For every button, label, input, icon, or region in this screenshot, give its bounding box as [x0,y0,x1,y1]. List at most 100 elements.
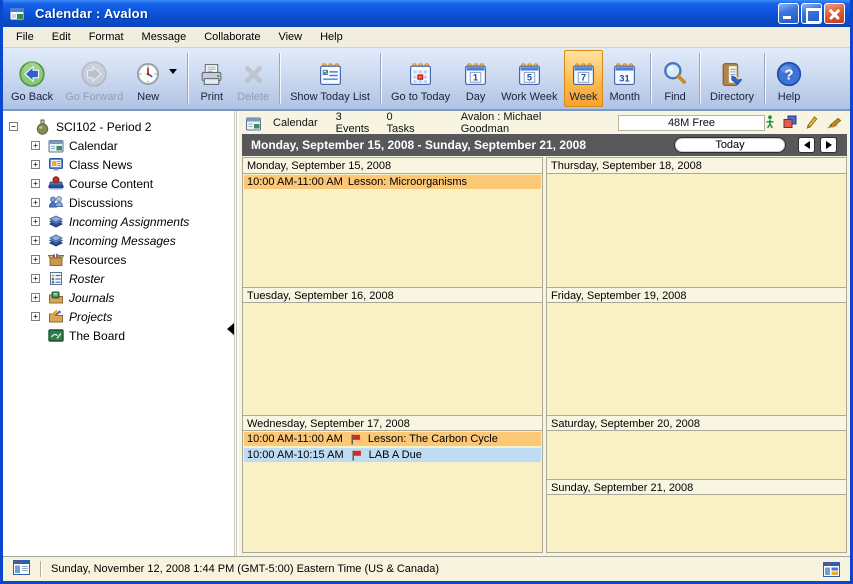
sidebar-item-class-news[interactable]: Class News [9,155,232,174]
sidebar-item-label: Discussions [69,196,133,210]
work-week-view-button[interactable]: 5 Work Week [495,50,563,107]
directory-button[interactable]: Directory [704,50,760,107]
menu-collaborate[interactable]: Collaborate [195,29,269,45]
sidebar-item-label: Roster [69,272,104,286]
go-forward-icon [80,57,108,91]
chevron-down-icon [169,69,177,74]
day-cell-monday[interactable]: 10:00 AM-11:00 AM Lesson: Microorganisms [243,174,542,287]
expand-toggle-icon[interactable] [31,160,40,169]
expand-toggle-icon[interactable] [31,255,40,264]
help-label: Help [778,91,801,103]
previous-week-button[interactable] [798,137,815,153]
go-back-button[interactable]: Go Back [5,50,59,107]
day-cell-friday[interactable] [547,303,846,415]
find-button[interactable]: Find [655,50,695,107]
close-button[interactable] [824,3,845,24]
day-cell-tuesday[interactable] [243,303,542,415]
day-cell-thursday[interactable] [547,174,846,287]
expand-toggle-icon[interactable] [31,312,40,321]
week-column-right: Thursday, September 18, 2008 Friday, Sep… [546,157,847,553]
week-view-button[interactable]: 7 Week [564,50,604,107]
expand-toggle-icon[interactable] [31,274,40,283]
calendar-pane: Calendar 3 Events 0 Tasks Avalon : Micha… [239,111,850,556]
calendar-event[interactable]: 10:00 AM-11:00 AM Lesson: Microorganisms [244,175,541,189]
day-header-sunday[interactable]: Sunday, September 21, 2008 [547,479,846,495]
print-button[interactable]: Print [192,50,231,107]
expand-toggle-icon[interactable] [31,198,40,207]
collapse-toggle-icon[interactable] [9,122,18,131]
sidebar-item-incoming-assignments[interactable]: Incoming Assignments [9,212,232,231]
new-dropdown-caret[interactable] [167,50,183,107]
day-header-monday[interactable]: Monday, September 15, 2008 [243,158,542,174]
day-header-saturday[interactable]: Saturday, September 20, 2008 [547,415,846,431]
toolbar-separator [699,53,700,104]
pencil-icon[interactable] [805,115,818,132]
svg-text:5: 5 [527,72,532,82]
day-view-button[interactable]: 1 Day [456,50,495,107]
sidebar-item-calendar[interactable]: Calendar [9,136,232,155]
help-icon: ? [775,57,803,91]
day-view-label: Day [466,91,486,103]
expand-toggle-icon[interactable] [31,179,40,188]
svg-text:1: 1 [473,72,478,82]
day-header-wednesday[interactable]: Wednesday, September 17, 2008 [243,415,542,431]
month-view-button[interactable]: 31 Month [603,50,646,107]
sidebar-item-incoming-messages[interactable]: Incoming Messages [9,231,232,250]
calendar-event[interactable]: 10:00 AM-10:15 AM LAB A Due [244,448,541,462]
day-cell-wednesday[interactable]: 10:00 AM-11:00 AM Lesson: The Carbon Cyc… [243,431,542,552]
sidebar-item-resources[interactable]: Resources [9,250,232,269]
toolbar-separator [650,53,651,104]
sidebar-item-discussions[interactable]: Discussions [9,193,232,212]
sidebar-item-course-content[interactable]: Course Content [9,174,232,193]
day-header-friday[interactable]: Friday, September 19, 2008 [547,287,846,303]
day-cell-saturday[interactable] [547,431,846,479]
expand-toggle-icon[interactable] [31,141,40,150]
window-title: Calendar : Avalon [35,6,148,21]
calendar-event[interactable]: 10:00 AM-11:00 AM Lesson: The Carbon Cyc… [244,432,541,446]
copy-icon[interactable] [783,115,797,132]
today-button[interactable]: Today [674,137,786,153]
menu-view[interactable]: View [269,29,311,45]
app-window: Calendar : Avalon File Edit Format Messa… [0,0,853,584]
day-header-thursday[interactable]: Thursday, September 18, 2008 [547,158,846,174]
sidebar-item-root[interactable]: SCI102 - Period 2 [9,117,232,136]
panel-toggle-icon[interactable] [13,560,30,578]
svg-text:7: 7 [581,72,586,82]
menu-format[interactable]: Format [80,29,133,45]
menu-edit[interactable]: Edit [43,29,80,45]
find-icon [661,57,689,91]
menu-file[interactable]: File [7,29,43,45]
person-icon[interactable] [765,115,775,132]
sidebar-item-projects[interactable]: Projects [9,307,232,326]
week-column-left: Monday, September 15, 2008 10:00 AM-11:0… [242,157,543,553]
maximize-button[interactable] [801,3,822,24]
course-content-icon [47,176,64,192]
show-today-list-button[interactable]: Show Today List [284,50,376,107]
sidebar-item-label: Class News [69,158,132,172]
expand-toggle-icon[interactable] [31,217,40,226]
pen-icon[interactable] [826,115,842,132]
view-label: Calendar [273,117,318,129]
help-button[interactable]: ? Help [769,50,809,107]
menu-help[interactable]: Help [311,29,352,45]
sidebar-item-journals[interactable]: Journals [9,288,232,307]
sidebar-item-the-board[interactable]: The Board [9,326,232,345]
sidebar-item-label: Resources [69,253,126,267]
sidebar-item-label: Journals [69,291,114,305]
sidebar-item-label: Calendar [69,139,118,153]
next-week-button[interactable] [820,137,837,153]
tasks-count: 0 Tasks [386,111,422,135]
sidebar-item-roster[interactable]: Roster [9,269,232,288]
layout-icon[interactable] [823,562,840,577]
day-cell-sunday[interactable] [547,495,846,552]
week-view-label: Week [570,91,598,103]
menu-message[interactable]: Message [133,29,196,45]
go-to-today-button[interactable]: Go to Today [385,50,456,107]
expand-toggle-icon[interactable] [31,236,40,245]
toolbar-separator [380,53,381,104]
new-button[interactable]: New [129,50,167,107]
day-header-tuesday[interactable]: Tuesday, September 16, 2008 [243,287,542,303]
collapse-sidebar-icon[interactable] [227,323,234,335]
minimize-button[interactable] [778,3,799,24]
expand-toggle-icon[interactable] [31,293,40,302]
